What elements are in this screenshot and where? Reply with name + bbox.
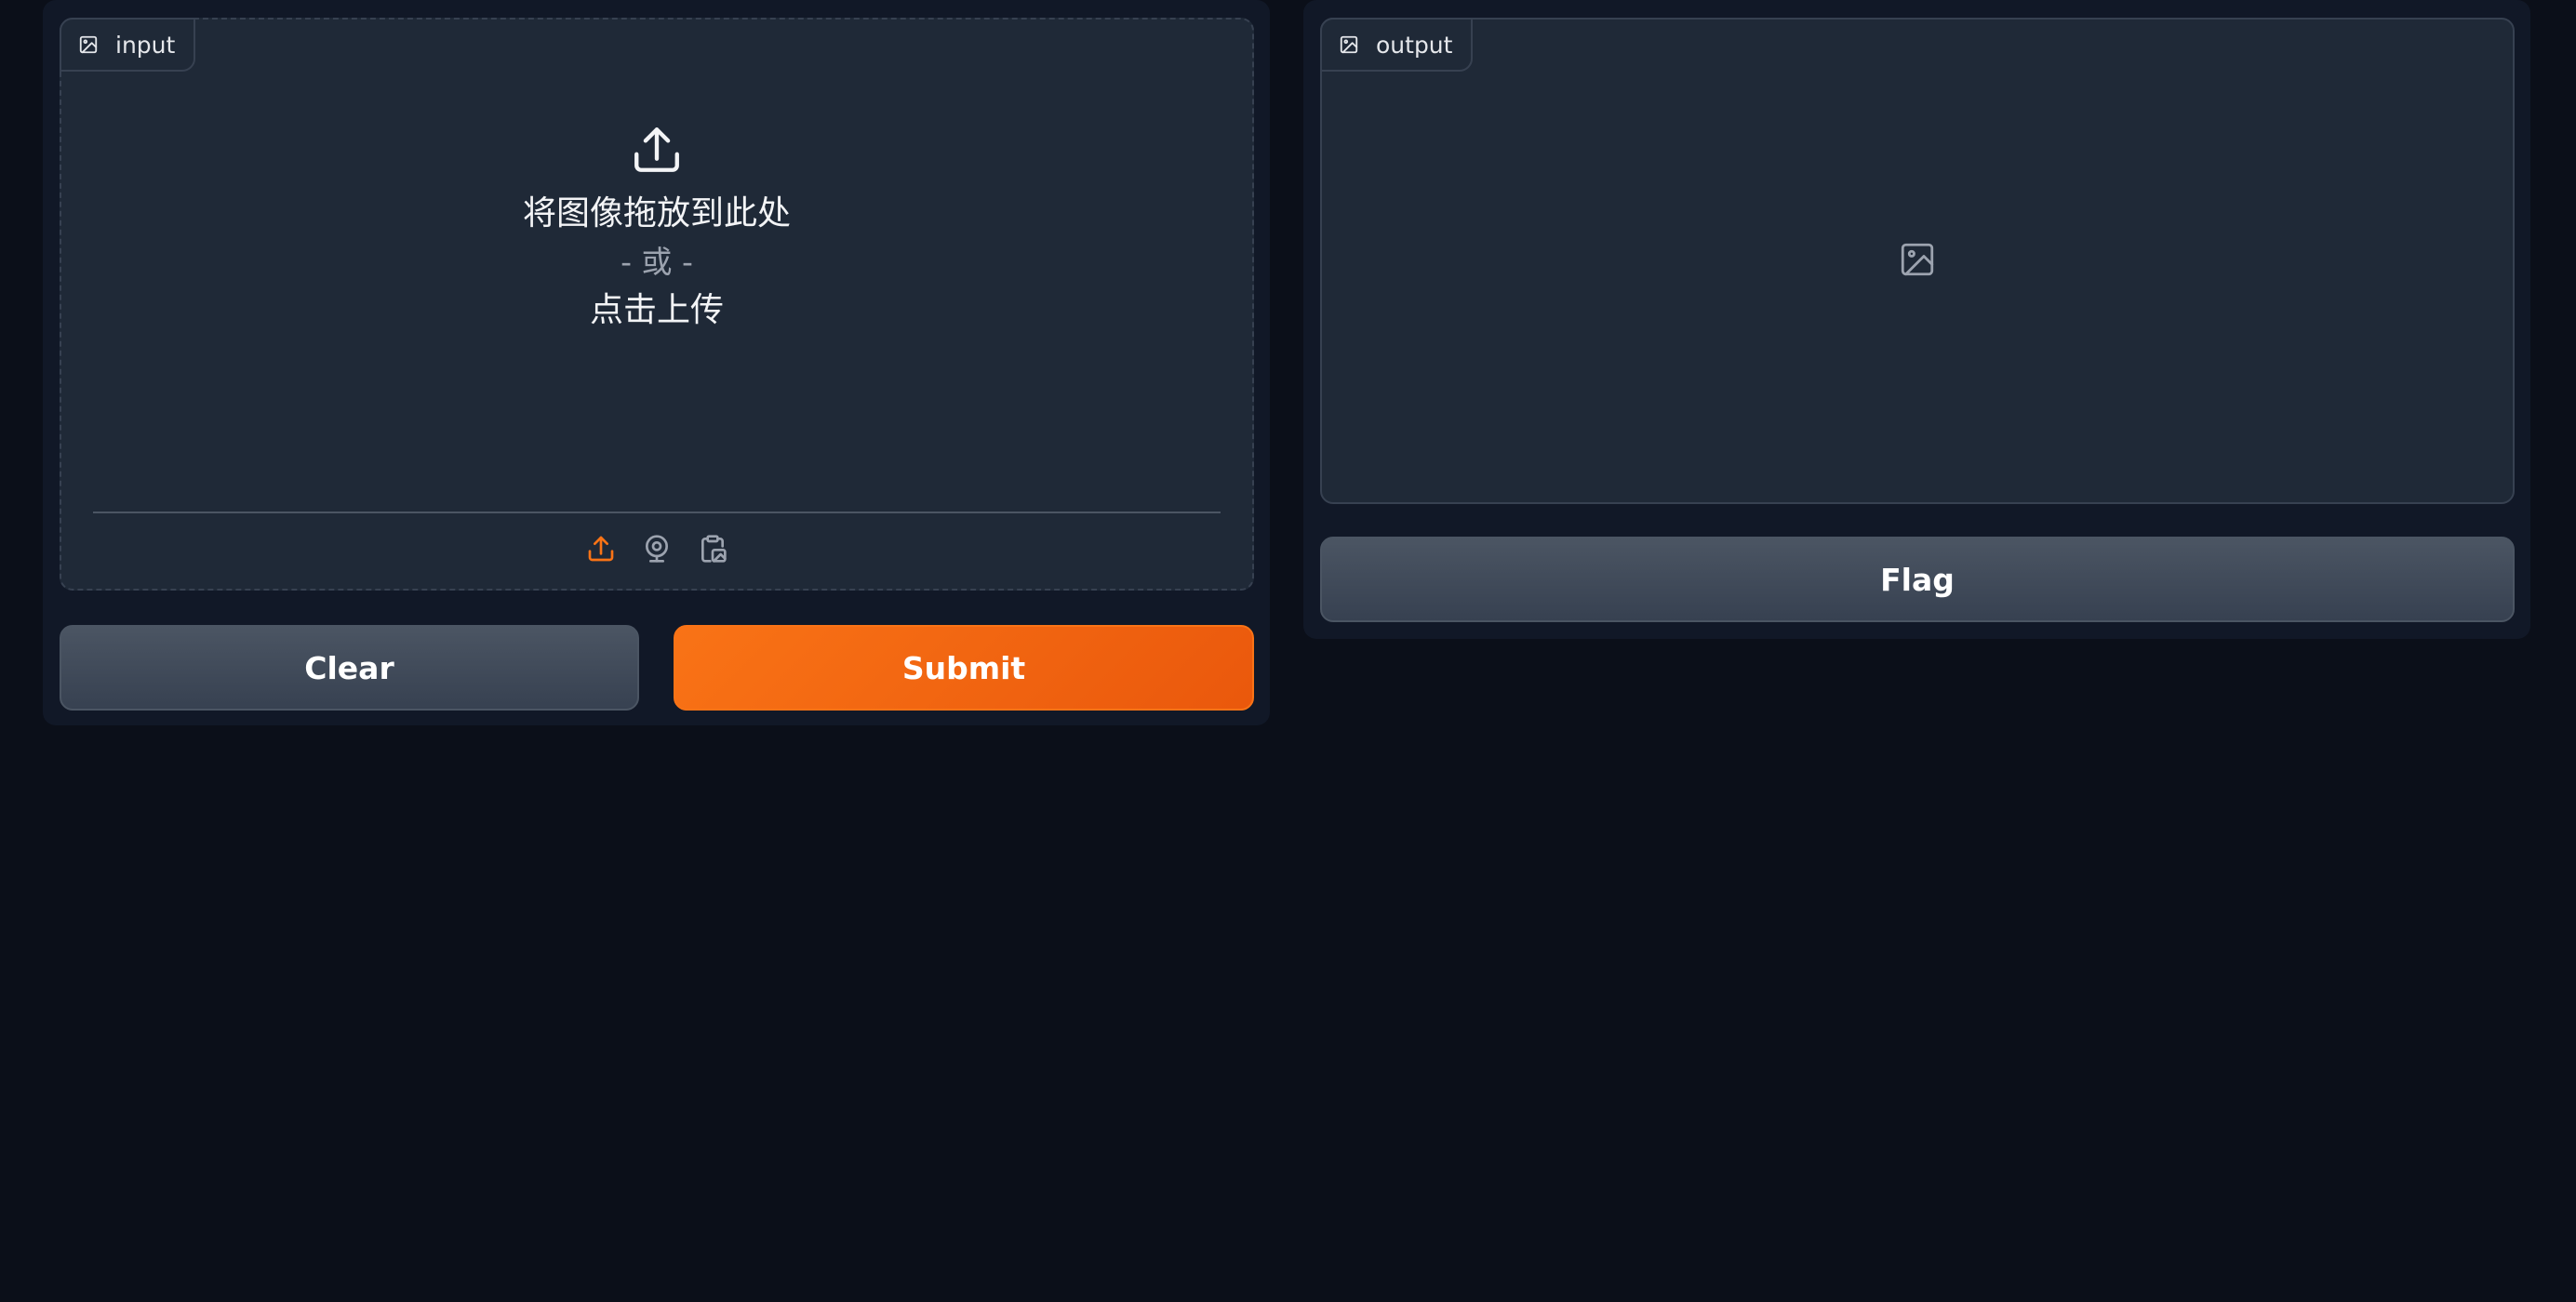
source-selector: [61, 529, 1252, 572]
upload-icon: [586, 534, 616, 567]
click-upload-text: 点击上传: [589, 291, 724, 329]
output-panel: output Flag: [1303, 0, 2530, 639]
image-icon: [1339, 34, 1359, 55]
clipboard-source-button[interactable]: [697, 535, 728, 566]
input-panel: input 将图像拖放到此处 - 或 - 点击上传 Clear Submit: [43, 0, 1270, 725]
image-drop-zone[interactable]: 将图像拖放到此处 - 或 - 点击上传: [61, 20, 1252, 512]
or-separator-text: - 或 -: [621, 244, 693, 280]
output-label: output: [1376, 31, 1453, 59]
source-divider: [93, 512, 1221, 513]
image-placeholder-icon: [1898, 240, 1937, 283]
clear-button[interactable]: Clear: [60, 625, 639, 711]
clipboard-icon: [698, 534, 727, 567]
flag-button[interactable]: Flag: [1320, 537, 2515, 622]
image-output-block: output: [1320, 18, 2515, 504]
upload-icon: [630, 123, 684, 180]
output-label-tab: output: [1320, 18, 1474, 72]
webcam-source-button[interactable]: [641, 535, 673, 566]
image-input-block: input 将图像拖放到此处 - 或 - 点击上传: [60, 18, 1254, 591]
webcam-icon: [642, 534, 672, 567]
upload-source-button[interactable]: [585, 535, 617, 566]
submit-button[interactable]: Submit: [674, 625, 1254, 711]
drop-instruction-text: 将图像拖放到此处: [522, 194, 791, 232]
